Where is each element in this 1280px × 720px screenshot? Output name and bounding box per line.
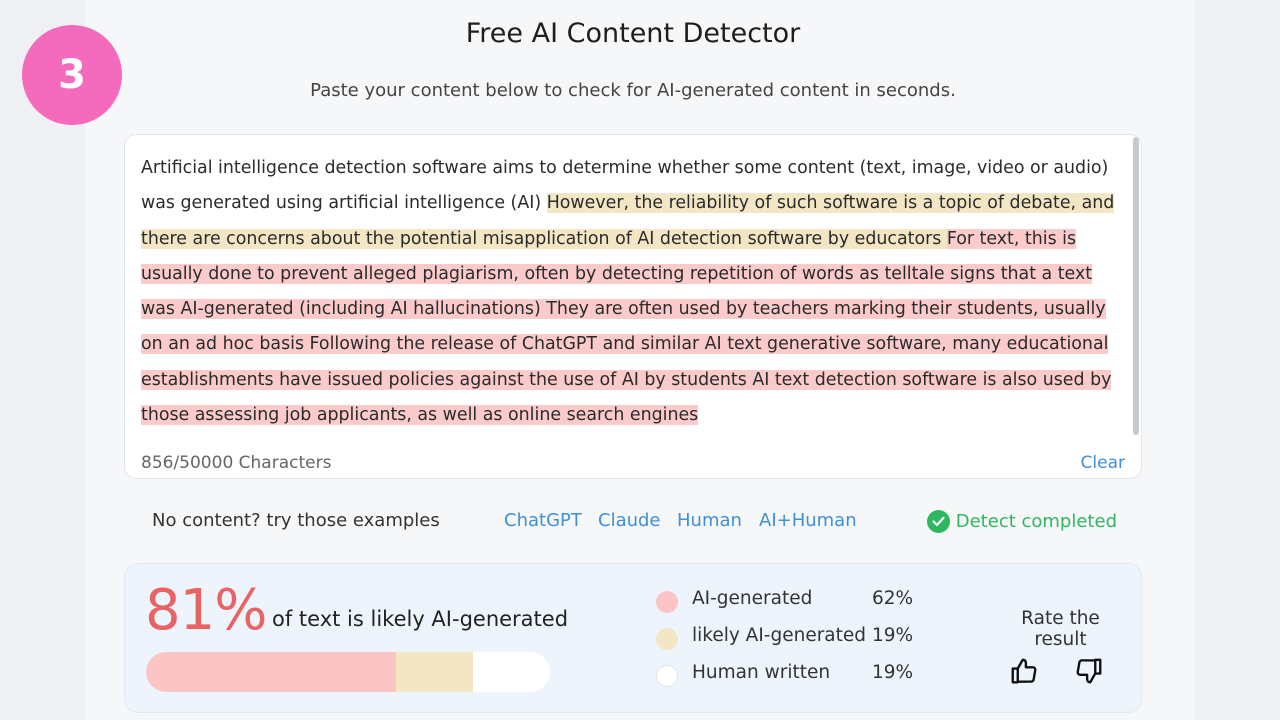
example-human-link[interactable]: Human — [677, 510, 742, 531]
thumbs-down-icon[interactable] — [1073, 656, 1105, 688]
rating-buttons — [993, 656, 1128, 690]
legend-percent: 62% — [872, 588, 914, 609]
legend-row-likely: likely AI-generated 19% — [656, 625, 926, 662]
legend-row-ai: AI-generated 62% — [656, 588, 926, 625]
result-card: 81% of text is likely AI-generated AI-ge… — [124, 563, 1142, 713]
rate-result: Rate the result — [993, 608, 1128, 690]
check-circle-icon — [926, 510, 950, 533]
result-legend: AI-generated 62% likely AI-generated 19%… — [656, 588, 926, 699]
page-subtitle: Paste your content below to check for AI… — [310, 80, 956, 101]
legend-percent: 19% — [872, 662, 914, 683]
score-bar — [146, 652, 550, 692]
step-number-badge: 3 — [22, 25, 122, 125]
detect-status-label: Detect completed — [955, 511, 1117, 532]
ai-score: 81% — [145, 578, 267, 643]
content-text[interactable]: Artificial intelligence detection softwa… — [141, 151, 1116, 433]
legend-label: likely AI-generated — [692, 625, 867, 646]
legend-label: AI-generated — [692, 588, 813, 609]
score-bar-likely-segment — [396, 652, 474, 692]
legend-dot-human — [656, 665, 678, 687]
examples-row: No content? try those examples ChatGPT C… — [152, 510, 1117, 536]
segment-ai: For text, this is usually done to preven… — [141, 228, 1112, 426]
ai-score-caption: of text is likely AI-generated — [272, 607, 569, 631]
legend-percent: 19% — [872, 625, 914, 646]
legend-dot-ai — [656, 591, 678, 613]
clear-button[interactable]: Clear — [1081, 453, 1125, 473]
thumbs-up-icon[interactable] — [1008, 656, 1040, 688]
page-title: Free AI Content Detector — [465, 18, 801, 49]
right-gutter — [1194, 0, 1280, 720]
page: 3 Free AI Content Detector Paste your co… — [0, 0, 1280, 720]
example-ai-human-link[interactable]: AI+Human — [759, 510, 857, 531]
legend-label: Human written — [692, 662, 831, 683]
character-count: 856/50000 Characters — [141, 453, 332, 473]
editor-scrollbar[interactable] — [1133, 137, 1139, 435]
rate-result-label: Rate the result — [1021, 608, 1100, 650]
detect-status: Detect completed — [926, 510, 1117, 533]
legend-row-human: Human written 19% — [656, 662, 926, 699]
score-bar-ai-segment — [146, 652, 397, 692]
example-claude-link[interactable]: Claude — [598, 510, 661, 531]
examples-label: No content? try those examples — [152, 510, 440, 531]
legend-dot-likely — [656, 628, 678, 650]
content-textarea[interactable]: Artificial intelligence detection softwa… — [124, 134, 1142, 479]
example-chatgpt-link[interactable]: ChatGPT — [504, 510, 582, 531]
